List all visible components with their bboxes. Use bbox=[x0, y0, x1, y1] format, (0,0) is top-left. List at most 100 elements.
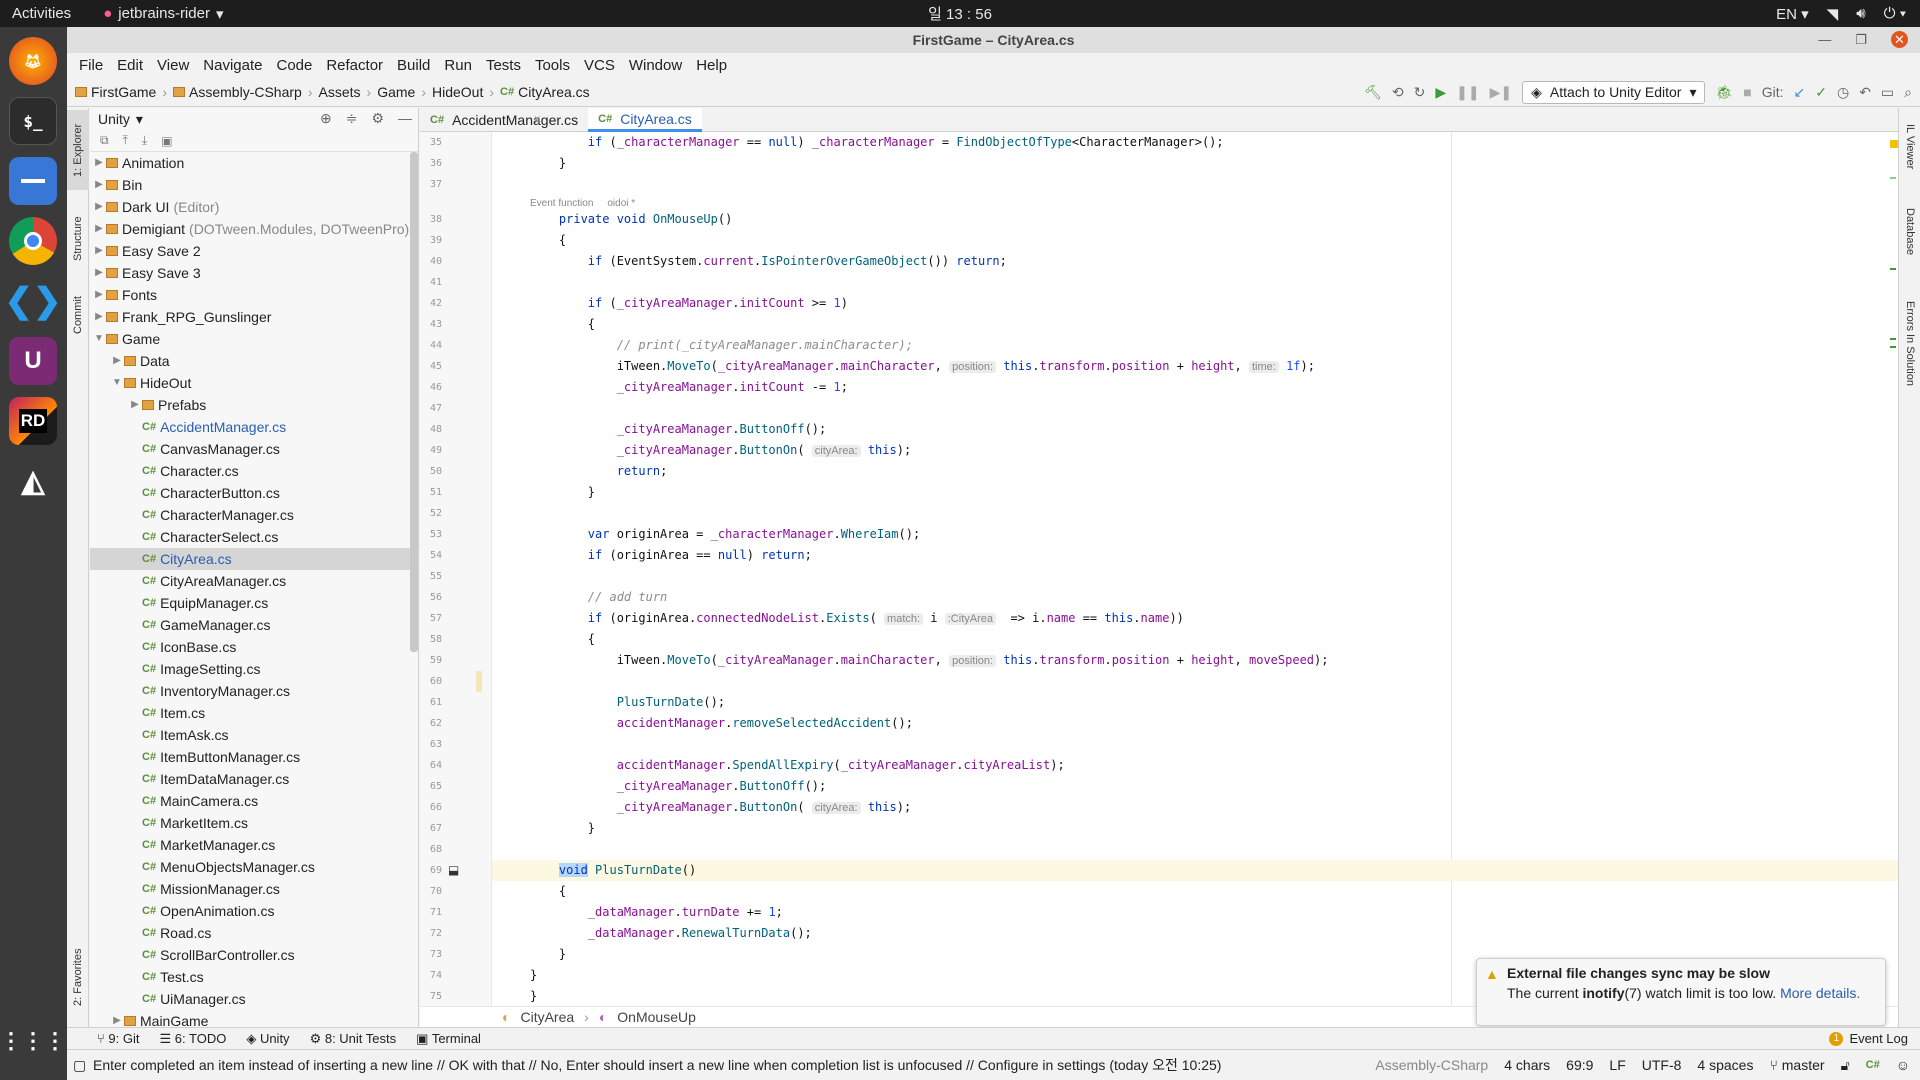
code-line[interactable]: } bbox=[530, 153, 566, 174]
breadcrumb-item[interactable]: Game › bbox=[377, 84, 426, 100]
tree-folder[interactable]: ▶ Animation bbox=[90, 152, 419, 174]
warning-marker[interactable] bbox=[1890, 140, 1898, 148]
tree-file[interactable]: C# CityArea.cs bbox=[90, 548, 419, 570]
gear-icon[interactable]: ⚙ bbox=[371, 110, 384, 127]
tree-file[interactable]: C# CanvasManager.cs bbox=[90, 438, 419, 460]
collapsed-arrow-icon[interactable]: ▶ bbox=[110, 1010, 124, 1027]
code-line[interactable]: _dataManager.turnDate += 1; bbox=[530, 902, 783, 923]
code-line[interactable]: return; bbox=[530, 461, 668, 482]
change-marker[interactable] bbox=[1890, 346, 1896, 348]
hide-icon[interactable]: — bbox=[398, 110, 412, 127]
maximize-icon[interactable]: ❐ bbox=[1855, 27, 1867, 53]
tree-file[interactable]: C# ImageSetting.cs bbox=[90, 658, 419, 680]
layout-icon[interactable]: ▭ bbox=[1881, 84, 1894, 101]
code-line[interactable]: PlusTurnDate(); bbox=[530, 692, 725, 713]
firefox-icon[interactable]: 🦊︎ bbox=[9, 37, 57, 85]
pause-icon[interactable]: ❚❚ bbox=[1456, 84, 1479, 101]
run-configuration-select[interactable]: ◈ Attach to Unity Editor ▾ bbox=[1522, 80, 1706, 104]
refresh-icon[interactable]: ↻ bbox=[1414, 84, 1426, 101]
status-caret[interactable]: 69:9 bbox=[1566, 1057, 1593, 1073]
terminal-icon[interactable]: $_ bbox=[9, 97, 57, 145]
show-all-files-icon[interactable]: ⧉ bbox=[100, 133, 109, 148]
tab-il-viewer[interactable]: IL Viewer bbox=[1899, 112, 1920, 182]
editor-gutter[interactable]: 35 36 37 38 39 40 41 42 43 44 45 46 47 48 49 50 51 52 53 54… bbox=[420, 132, 492, 1006]
code-line[interactable]: _cityAreaManager.ButtonOff(); bbox=[530, 419, 827, 440]
tree-folder[interactable]: ▶ Data bbox=[90, 350, 419, 372]
tree-file[interactable]: C# CharacterButton.cs bbox=[90, 482, 419, 504]
tab-structure[interactable]: Structure bbox=[67, 204, 89, 274]
menu-build[interactable]: Build bbox=[390, 57, 437, 74]
stop-icon[interactable]: ■ bbox=[1743, 84, 1751, 100]
tree-folder[interactable]: ▶ Frank_RPG_Gunslinger bbox=[90, 306, 419, 328]
tool-unit-tests[interactable]: ⚙ 8: Unit Tests bbox=[310, 1031, 397, 1047]
tab-commit[interactable]: Commit bbox=[67, 280, 89, 350]
code-line[interactable]: // print(_cityAreaManager.mainCharacter)… bbox=[530, 335, 913, 356]
tree-file[interactable]: C# AccidentManager.cs bbox=[90, 416, 419, 438]
menu-window[interactable]: Window bbox=[622, 57, 689, 74]
tree-file[interactable]: C# CityAreaManager.cs bbox=[90, 570, 419, 592]
rider-icon[interactable]: RD bbox=[9, 397, 57, 445]
code-line[interactable]: if (_cityAreaManager.initCount >= 1) bbox=[530, 293, 848, 314]
code-line[interactable]: _cityAreaManager.ButtonOn( cityArea: thi… bbox=[530, 797, 911, 818]
volume-icon[interactable]: 🔊︎ bbox=[1856, 5, 1865, 22]
tab-accidentmanager[interactable]: C# AccidentManager.cs ✕ bbox=[420, 108, 588, 132]
change-marker[interactable] bbox=[1890, 177, 1896, 179]
language-indicator[interactable]: EN ▾ bbox=[1776, 5, 1809, 23]
tab-cityarea[interactable]: C# CityArea.cs ✕ bbox=[534, 108, 702, 132]
tree-file[interactable]: C# ItemButtonManager.cs bbox=[90, 746, 419, 768]
code-line[interactable]: if (originArea == null) return; bbox=[530, 545, 812, 566]
status-selection[interactable]: 4 chars bbox=[1504, 1057, 1550, 1073]
code-line[interactable]: } bbox=[530, 482, 595, 503]
tree-file[interactable]: C# MenuObjectsManager.cs bbox=[90, 856, 419, 878]
code-line[interactable]: _dataManager.RenewalTurnData(); bbox=[530, 923, 812, 944]
code-line[interactable]: if (originArea.connectedNodeList.Exists(… bbox=[530, 608, 1184, 629]
tree-folder[interactable]: ▼ HideOut bbox=[90, 372, 419, 394]
collapsed-arrow-icon[interactable]: ▶ bbox=[92, 284, 106, 306]
tree-file[interactable]: C# ItemAsk.cs bbox=[90, 724, 419, 746]
breadcrumb-item[interactable]: HideOut › bbox=[432, 84, 494, 100]
explorer-scrollbar[interactable] bbox=[410, 152, 418, 652]
menu-tools[interactable]: Tools bbox=[528, 57, 577, 74]
gutter-action-icon[interactable]: ⬓ bbox=[448, 863, 459, 877]
crumb-class[interactable]: CityArea bbox=[520, 1009, 574, 1025]
collapse-icon[interactable]: ⤓ bbox=[142, 133, 147, 148]
build-hammer-icon[interactable]: 🔨︎ bbox=[1364, 84, 1382, 101]
status-encoding[interactable]: UTF-8 bbox=[1642, 1057, 1682, 1073]
vscode-icon[interactable]: ❮❯ bbox=[5, 277, 62, 325]
breadcrumb-item[interactable]: FirstGame › bbox=[75, 84, 167, 100]
tab-errors-in-solution[interactable]: Errors In Solution bbox=[1899, 278, 1920, 408]
collapsed-arrow-icon[interactable]: ▶ bbox=[92, 262, 106, 284]
expanded-arrow-icon[interactable]: ▼ bbox=[110, 372, 124, 394]
explorer-title[interactable]: Unity bbox=[98, 111, 130, 127]
collapsed-arrow-icon[interactable]: ▶ bbox=[110, 350, 124, 372]
git-revert-icon[interactable]: ↶ bbox=[1859, 84, 1871, 101]
tree-folder[interactable]: ▶ Prefabs bbox=[90, 394, 419, 416]
tree-file[interactable]: C# CharacterManager.cs bbox=[90, 504, 419, 526]
code-line[interactable]: } bbox=[530, 944, 566, 965]
code-line[interactable]: _cityAreaManager.initCount -= 1; bbox=[530, 377, 848, 398]
breadcrumb-item[interactable]: Assets › bbox=[319, 84, 372, 100]
code-line[interactable]: if (EventSystem.current.IsPointerOverGam… bbox=[530, 251, 1007, 272]
collapsed-arrow-icon[interactable]: ▶ bbox=[92, 218, 106, 240]
event-log-button[interactable]: 1 Event Log bbox=[1829, 1031, 1908, 1046]
status-project[interactable]: Assembly-CSharp bbox=[1375, 1057, 1488, 1073]
wifi-icon[interactable]: ◥ bbox=[1827, 5, 1839, 23]
rebuild-icon[interactable]: ⟲ bbox=[1392, 84, 1404, 101]
activities-button[interactable]: Activities bbox=[0, 5, 83, 22]
locate-icon[interactable]: ⊕ bbox=[320, 110, 332, 127]
collapsed-arrow-icon[interactable]: ▶ bbox=[92, 240, 106, 262]
tool-git[interactable]: ⑂ 9: Git bbox=[97, 1031, 140, 1046]
git-commit-icon[interactable]: ✓ bbox=[1815, 84, 1827, 101]
notification-balloon[interactable]: ▲ External file changes sync may be slow… bbox=[1476, 958, 1886, 1026]
menu-code[interactable]: Code bbox=[269, 57, 319, 74]
git-update-icon[interactable]: ↙ bbox=[1794, 84, 1806, 101]
status-branch[interactable]: ⑂ master bbox=[1769, 1057, 1824, 1073]
tree-file[interactable]: C# MarketItem.cs bbox=[90, 812, 419, 834]
tab-favorites[interactable]: 2: Favorites bbox=[67, 932, 89, 1022]
breadcrumb-item[interactable]: C# CityArea.cs bbox=[500, 84, 590, 100]
expand-icon[interactable]: ⤒ bbox=[123, 133, 128, 148]
menu-edit[interactable]: Edit bbox=[110, 57, 150, 74]
collapsed-arrow-icon[interactable]: ▶ bbox=[92, 306, 106, 328]
show-apps-icon[interactable]: ⋮⋮⋮ bbox=[0, 1017, 66, 1065]
tree-file[interactable]: C# Test.cs bbox=[90, 966, 419, 988]
